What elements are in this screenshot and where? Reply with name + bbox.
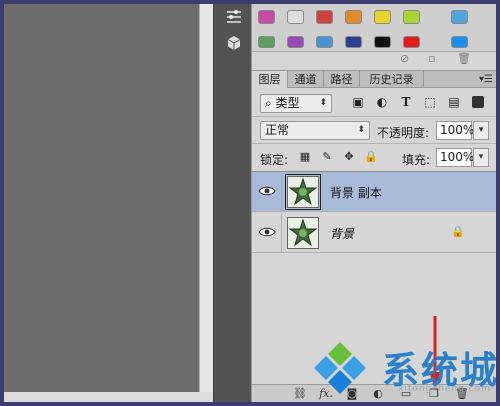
lock-row: 锁定: ▦ ✎ ✥ 🔒 填充: 100% ▾: [252, 144, 496, 172]
horizontal-scrollbar[interactable]: [4, 392, 213, 402]
style-swatch[interactable]: [316, 36, 333, 48]
watermark-logo-icon: [314, 342, 366, 394]
style-swatch[interactable]: [287, 36, 304, 48]
style-swatch[interactable]: [451, 36, 468, 48]
new-style-icon[interactable]: ▫: [428, 52, 435, 66]
tab-layers[interactable]: 图层: [252, 71, 288, 88]
layer-name[interactable]: 背景: [330, 225, 354, 242]
pixel-filter-icon[interactable]: ▣: [350, 94, 366, 110]
chevron-updown-icon: ⬍: [357, 125, 365, 135]
tab-paths[interactable]: 路径: [324, 71, 360, 88]
style-swatch[interactable]: [258, 10, 275, 24]
style-swatch[interactable]: [258, 36, 275, 48]
layer-lock-icon: 🔒: [451, 225, 465, 238]
filter-kind-label: 类型: [275, 96, 300, 110]
filter-row: ⌕ 类型 ⬍ ▣ ◐ T ⬚ ▤: [252, 90, 496, 117]
style-swatch[interactable]: [374, 10, 391, 24]
panel-dock-strip: [213, 4, 251, 402]
visibility-cell[interactable]: [252, 213, 282, 253]
layer-name[interactable]: 背景 副本: [330, 184, 382, 201]
visibility-cell[interactable]: [252, 172, 282, 212]
filter-toggle-icon[interactable]: [472, 96, 484, 108]
link-icon[interactable]: ⛓: [292, 386, 308, 402]
lock-transparent-icon[interactable]: ▦: [298, 150, 312, 164]
style-swatch[interactable]: [451, 10, 468, 24]
3d-cube-icon[interactable]: [223, 34, 245, 54]
fill-input[interactable]: 100%: [436, 148, 474, 167]
smart-object-filter-icon[interactable]: ▤: [446, 94, 462, 110]
panel-menu-icon[interactable]: ▾☰: [479, 71, 493, 88]
watermark-url: xitongcheng.com: [398, 384, 491, 394]
style-swatch[interactable]: [345, 10, 362, 24]
properties-icon[interactable]: [223, 8, 245, 28]
type-filter-icon[interactable]: T: [398, 94, 414, 110]
layer-thumbnail[interactable]: [287, 217, 319, 249]
lock-position-icon[interactable]: ✥: [342, 150, 356, 164]
search-icon: ⌕: [265, 96, 276, 110]
opacity-dropdown[interactable]: ▾: [473, 121, 489, 140]
lock-pixels-icon[interactable]: ✎: [320, 150, 334, 164]
layer-filter-select[interactable]: ⌕ 类型 ⬍: [260, 94, 332, 113]
styles-swatches: ⊘ ▫ 🗑: [252, 4, 496, 65]
eye-icon[interactable]: [258, 184, 276, 198]
opacity-label: 不透明度:: [377, 126, 430, 140]
eye-icon[interactable]: [258, 225, 276, 239]
lock-label: 锁定:: [260, 153, 289, 167]
opacity-input[interactable]: 100%: [436, 121, 474, 140]
fill-label: 填充:: [402, 153, 431, 167]
blend-mode-label: 正常: [265, 123, 290, 137]
watermark: 系统城 xitongcheng.com: [312, 340, 496, 398]
tab-channels[interactable]: 通道: [288, 71, 324, 88]
layer-row-background[interactable]: 背景 🔒: [252, 213, 496, 253]
style-swatch[interactable]: [374, 36, 391, 48]
tab-history[interactable]: 历史记录: [360, 71, 424, 88]
style-swatch[interactable]: [287, 10, 304, 24]
style-swatch[interactable]: [403, 10, 420, 24]
layer-thumbnail[interactable]: [285, 174, 321, 210]
clear-style-icon[interactable]: ⊘: [400, 52, 409, 66]
chevron-updown-icon: ⬍: [319, 98, 327, 108]
layer-row-background-copy[interactable]: 背景 副本: [252, 172, 496, 212]
style-swatch[interactable]: [345, 36, 362, 48]
shape-filter-icon[interactable]: ⬚: [422, 94, 438, 110]
fill-dropdown[interactable]: ▾: [473, 148, 489, 167]
blend-row: 正常 ⬍ 不透明度: 100% ▾: [252, 117, 496, 144]
adjustment-filter-icon[interactable]: ◐: [374, 94, 390, 110]
lock-all-icon[interactable]: 🔒: [364, 150, 378, 164]
delete-style-icon[interactable]: 🗑: [457, 52, 471, 66]
style-swatch[interactable]: [316, 10, 333, 24]
layers-panel-tabs: 图层 通道 路径 历史记录 ▾☰: [252, 70, 496, 88]
document-canvas[interactable]: [4, 4, 199, 394]
blend-mode-select[interactable]: 正常 ⬍: [260, 121, 370, 140]
style-swatch[interactable]: [403, 36, 420, 48]
photoshop-window: ⊘ ▫ 🗑 图层 通道 路径 历史记录 ▾☰ ⌕ 类型 ⬍ ▣ ◐ T ⬚ ▤ …: [4, 4, 496, 402]
vertical-scrollbar[interactable]: [199, 4, 213, 394]
